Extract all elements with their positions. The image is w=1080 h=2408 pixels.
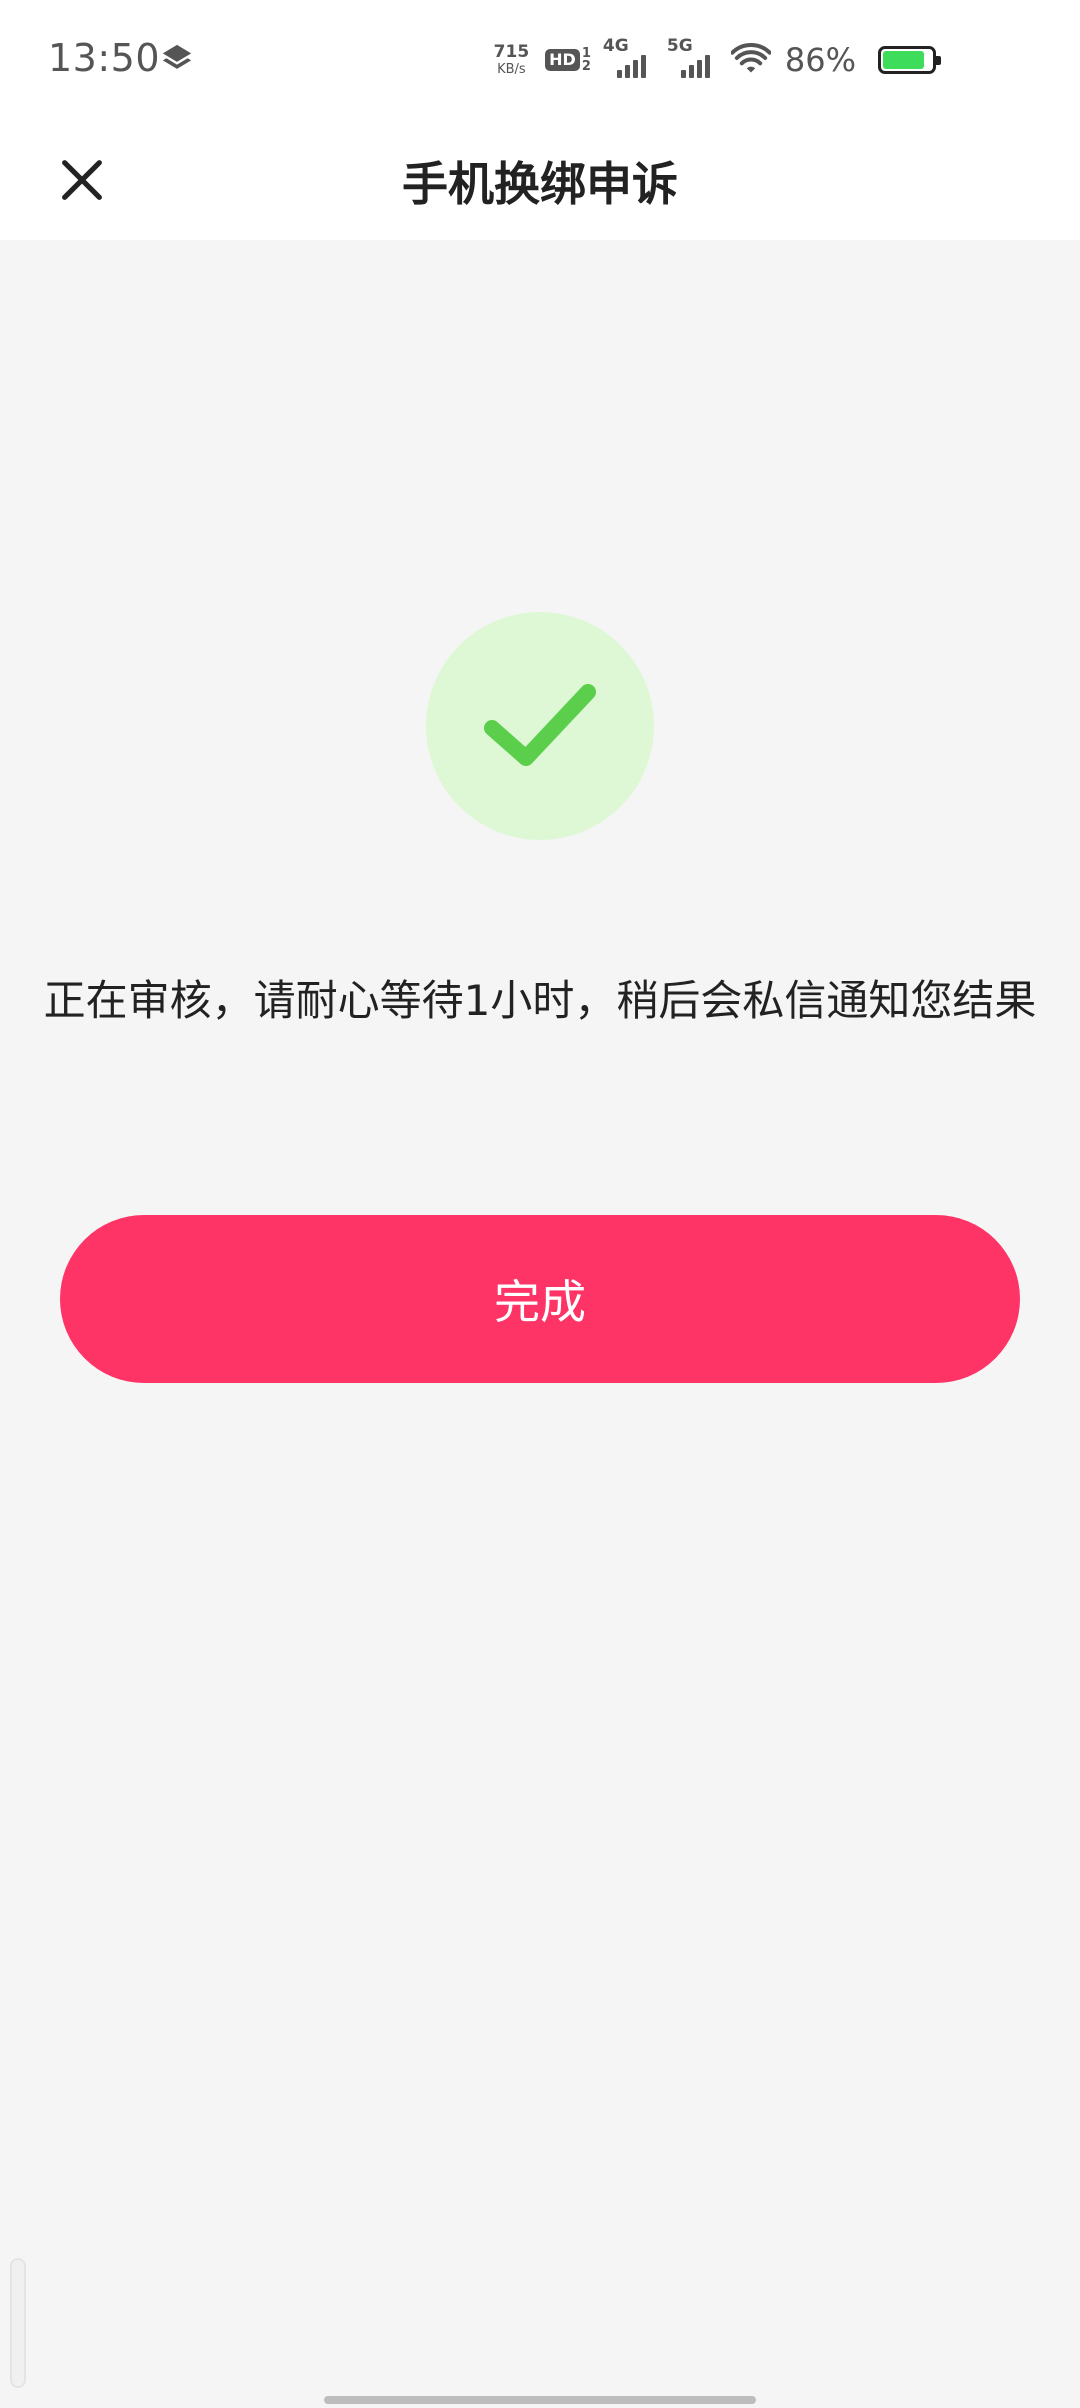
success-icon-circle <box>426 612 654 840</box>
network-speed-value: 715 <box>493 42 530 62</box>
hd-label: HD <box>545 49 580 71</box>
side-edge-handle[interactable] <box>10 2258 26 2388</box>
page-title: 手机换绑申诉 <box>402 157 678 211</box>
checkmark-icon <box>484 684 596 766</box>
nav-bar: 手机换绑申诉 <box>0 120 1080 240</box>
status-time: 13:50 <box>48 36 161 80</box>
battery-percent: 86% <box>784 41 856 79</box>
signal-5g-label: 5G <box>666 36 693 56</box>
wifi-icon <box>730 43 771 73</box>
signal-4g-label: 4G <box>602 36 629 56</box>
signal-4g-icon: 4G <box>603 38 655 82</box>
hd-voice-icon: HD 1 2 <box>545 47 591 73</box>
review-status-message: 正在审核，请耐心等待1小时，稍后会私信通知您结果 <box>43 976 1037 1025</box>
hd-sub-bottom: 2 <box>581 59 591 74</box>
signal-5g-icon: 5G <box>667 38 719 82</box>
battery-icon <box>878 46 941 74</box>
layers-icon <box>162 44 192 69</box>
network-speed: 715 KB/s <box>493 42 530 77</box>
done-button[interactable]: 完成 <box>60 1215 1020 1383</box>
battery-fill <box>883 51 924 69</box>
status-indicators: 715 KB/s HD 1 2 4G 5G 86% <box>493 30 941 90</box>
status-bar: 13:50 715 KB/s HD 1 2 4G 5G 86% <box>0 0 1080 120</box>
network-speed-unit: KB/s <box>497 62 526 77</box>
home-indicator[interactable] <box>324 2396 756 2404</box>
